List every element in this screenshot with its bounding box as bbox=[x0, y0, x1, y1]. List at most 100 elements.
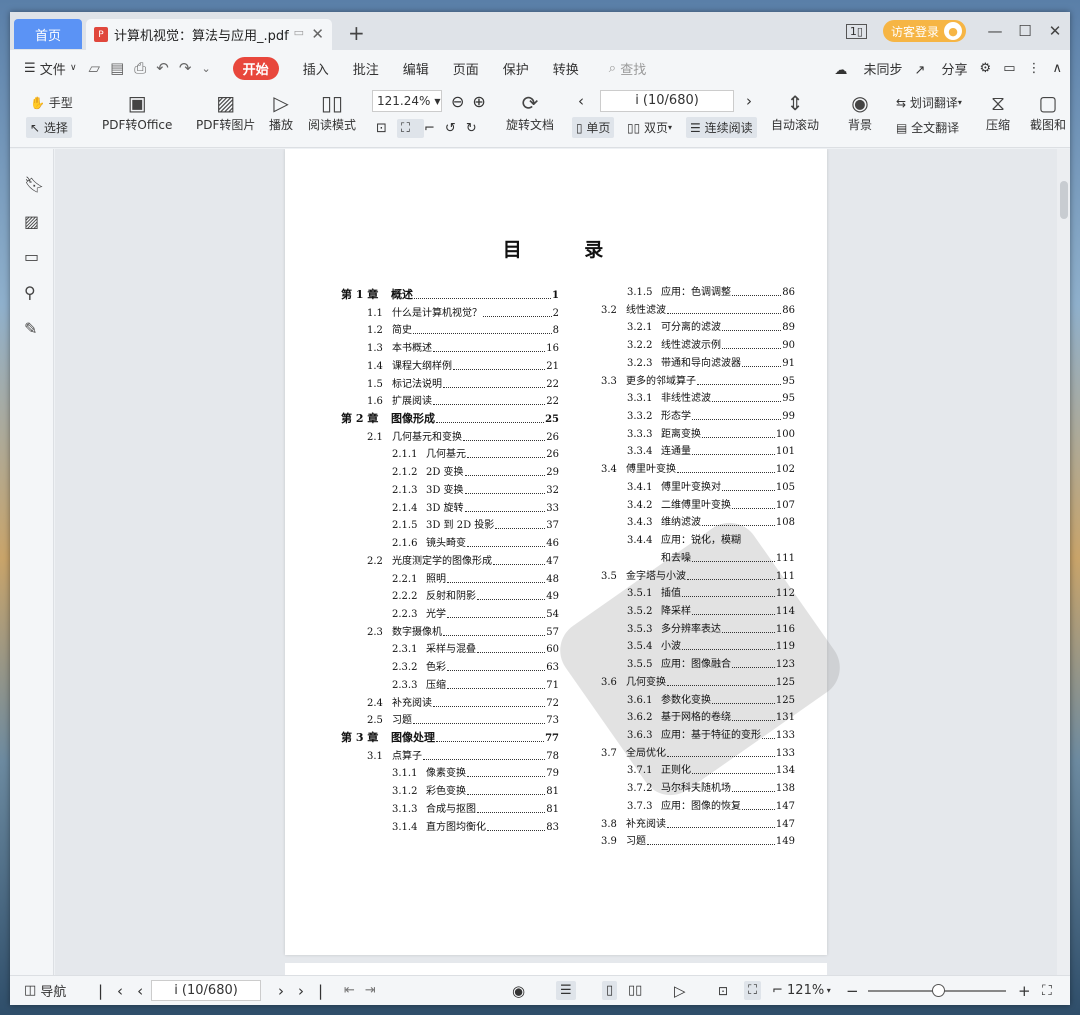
actual-size-icon[interactable]: ⊡ bbox=[376, 121, 397, 136]
toc-leader bbox=[742, 802, 775, 810]
print-icon[interactable]: ⎙ bbox=[134, 59, 156, 77]
rotate-document-button[interactable]: ⟳ 旋转文档 bbox=[506, 90, 554, 133]
menu-page[interactable]: 页面 bbox=[453, 59, 479, 78]
tab-home[interactable]: 首页 bbox=[14, 19, 82, 49]
toc-number: 3.3 bbox=[601, 375, 617, 387]
toc-leader bbox=[413, 716, 546, 725]
last-page-icon[interactable]: ›| bbox=[298, 982, 337, 1000]
fullscreen-icon[interactable]: ⛶ bbox=[1042, 983, 1052, 999]
toc-leader bbox=[433, 397, 546, 406]
eye-care-icon[interactable]: ◉ bbox=[512, 982, 525, 1000]
toc-page-number: 60 bbox=[546, 644, 559, 656]
more-dropdown-icon[interactable]: ⌄ bbox=[201, 62, 220, 75]
word-translate-button[interactable]: ⇆ 划词翻译 ▾ bbox=[896, 94, 962, 111]
toc-page-number: 86 bbox=[782, 287, 795, 298]
menu-convert[interactable]: 转换 bbox=[553, 59, 579, 78]
undo-icon[interactable]: ↶ bbox=[156, 59, 179, 77]
menu-file[interactable]: ☰ 文件 ∨ bbox=[24, 59, 77, 78]
tab-document[interactable]: P 计算机视觉：算法与应用_.pdf ▭ ✕ bbox=[86, 19, 332, 50]
document-canvas[interactable]: 目 录 第 1 章概述 1 1.1 什么是计算机视觉？ 2 1.2 简史 8 1.3 本书概述 16… bbox=[55, 149, 1057, 975]
continuous-read-button[interactable]: ☰ 连续阅读 bbox=[686, 117, 757, 138]
single-page-icon[interactable]: ▯ bbox=[602, 981, 618, 1000]
zoom-select[interactable]: 121.24% ▼ bbox=[372, 90, 442, 112]
toc-entry: 2.3 数字摄像机 57 bbox=[367, 623, 559, 639]
play-icon[interactable]: ▷ bbox=[674, 982, 686, 1000]
signature-icon[interactable]: ✎ bbox=[24, 319, 37, 338]
toc-number: 1.1 bbox=[367, 307, 383, 319]
scrollbar-thumb[interactable] bbox=[1060, 181, 1068, 219]
zoom-out-icon[interactable]: ⊖ bbox=[451, 92, 472, 111]
sync-status[interactable]: ☁ 未同步 bbox=[834, 59, 902, 78]
quick-tools[interactable]: ▱ ▤ ⎙ ↶ ↷ ⌄ bbox=[89, 59, 221, 77]
share-button[interactable]: ↗ 分享 bbox=[914, 59, 967, 78]
open-icon[interactable]: ▱ bbox=[89, 59, 111, 77]
toc-text: 几何基元和变换 bbox=[392, 431, 462, 443]
thumbnail-icon[interactable]: ▨ bbox=[24, 212, 39, 231]
zoom-level-select[interactable]: ⌐ 121% ▾ bbox=[772, 983, 831, 998]
toc-leader bbox=[483, 309, 552, 317]
screenshot-button[interactable]: ▢ 截图和 bbox=[1030, 90, 1066, 133]
minimize-button[interactable]: — bbox=[980, 22, 1010, 40]
prev-page-button[interactable]: ‹ bbox=[578, 92, 584, 110]
more-icon[interactable]: ⋮ bbox=[1027, 61, 1040, 76]
read-mode-button[interactable]: ▯▯ 阅读模式 bbox=[308, 90, 356, 133]
tab-float-icon[interactable]: ▭ bbox=[294, 26, 304, 39]
toc-text: 图像处理 bbox=[391, 731, 435, 744]
full-translate-button[interactable]: ▤ 全文翻译 bbox=[896, 119, 959, 136]
menu-protect[interactable]: 保护 bbox=[503, 59, 529, 78]
fit-page-icon[interactable]: ⛶ bbox=[744, 981, 762, 1000]
fit-page-icon[interactable]: ⛶ bbox=[396, 119, 425, 138]
continuous-mode-icon[interactable]: ☰ bbox=[556, 981, 576, 1000]
close-window-button[interactable]: ✕ bbox=[1040, 22, 1070, 40]
select-tool[interactable]: ↖ 选择 bbox=[26, 117, 72, 138]
menu-annotate[interactable]: 批注 bbox=[353, 59, 379, 78]
maximize-button[interactable]: ☐ bbox=[1010, 22, 1040, 40]
double-page-icon[interactable]: ▯▯ bbox=[628, 983, 642, 998]
double-page-button[interactable]: ▯▯ 双页 ▾ bbox=[627, 119, 672, 136]
auto-scroll-button[interactable]: ⇕ 自动滚动 bbox=[771, 90, 819, 133]
login-button[interactable]: 访客登录 ● bbox=[882, 20, 966, 42]
menu-insert[interactable]: 插入 bbox=[303, 59, 329, 78]
save-icon[interactable]: ▤ bbox=[110, 59, 134, 77]
rotate-right-icon[interactable]: ↻ bbox=[466, 121, 487, 136]
zoom-out-icon[interactable]: − bbox=[846, 982, 859, 1000]
bookmark-icon[interactable]: 🔖︎ bbox=[24, 175, 44, 194]
comment-icon[interactable]: ▭ bbox=[1003, 61, 1015, 76]
actual-size-icon[interactable]: ⊡ bbox=[718, 984, 728, 998]
pdf-to-office-button[interactable]: ▣ PDF转Office bbox=[102, 90, 172, 133]
redo-icon[interactable]: ↷ bbox=[179, 59, 202, 77]
rotate-left-icon[interactable]: ↺ bbox=[445, 121, 466, 136]
comment-panel-icon[interactable]: ▭ bbox=[24, 247, 39, 266]
status-page-input[interactable]: i (10/680) bbox=[151, 980, 261, 1001]
toc-leader bbox=[722, 341, 782, 350]
menu-start[interactable]: 开始 bbox=[232, 56, 279, 80]
page-number-input[interactable]: i (10/680) bbox=[600, 90, 734, 112]
hand-tool[interactable]: ✋ 手型 bbox=[30, 94, 73, 111]
new-tab-button[interactable]: + bbox=[348, 21, 365, 45]
zoom-slider[interactable] bbox=[868, 984, 1006, 997]
close-tab-icon[interactable]: ✕ bbox=[311, 25, 324, 43]
first-page-icon[interactable]: |‹ bbox=[98, 982, 137, 1000]
search-input[interactable]: ⌕ 查找 bbox=[609, 59, 646, 78]
back-icon[interactable]: ⇤ bbox=[344, 983, 365, 998]
settings-icon[interactable]: ⚙ bbox=[980, 61, 992, 76]
forward-icon[interactable]: ⇥ bbox=[365, 983, 386, 998]
zoom-in-icon[interactable]: ⊕ bbox=[472, 92, 493, 111]
single-page-button[interactable]: ▯ 单页 bbox=[572, 117, 615, 138]
navigation-button[interactable]: ◫ 导航 bbox=[24, 981, 66, 1000]
zoom-slider-handle[interactable] bbox=[932, 984, 945, 997]
next-page-button[interactable]: › bbox=[746, 92, 752, 110]
background-button[interactable]: ◉ 背景 bbox=[848, 90, 872, 133]
menu-edit[interactable]: 编辑 bbox=[403, 59, 429, 78]
play-button[interactable]: ▷ 播放 bbox=[269, 90, 293, 133]
attachment-icon[interactable]: ⚲ bbox=[24, 283, 36, 302]
fit-width-icon[interactable]: ⌐ bbox=[424, 121, 445, 136]
pdf-to-image-button[interactable]: ▨ PDF转图片 bbox=[196, 90, 255, 133]
next-page-icon[interactable]: › bbox=[278, 982, 298, 1000]
toc-entry: 3.4 傅里叶变换 102 bbox=[601, 460, 795, 476]
vertical-scrollbar[interactable] bbox=[1057, 149, 1070, 975]
window-layout-icon[interactable]: 1▯ bbox=[845, 23, 867, 39]
compress-button[interactable]: ⧖ 压缩 bbox=[986, 90, 1010, 133]
collapse-icon[interactable]: ∧ bbox=[1052, 61, 1062, 76]
zoom-in-icon[interactable]: + bbox=[1018, 982, 1031, 1000]
